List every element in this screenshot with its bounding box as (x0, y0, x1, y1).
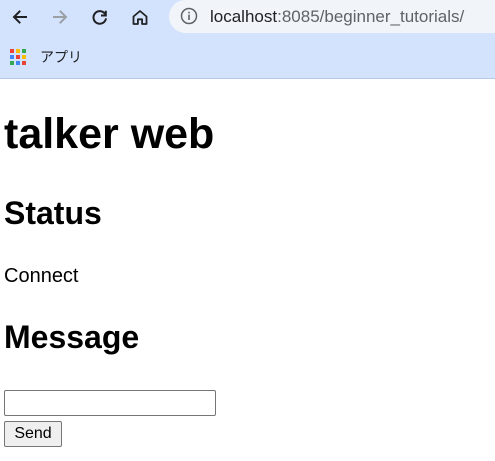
reload-button[interactable] (87, 4, 113, 30)
page-title: talker web (4, 110, 215, 158)
url-text[interactable]: localhost:8085/beginner_tutorials/ (210, 7, 464, 27)
bookmarks-bar: アプリ (0, 40, 495, 74)
reload-icon (92, 10, 107, 25)
back-button[interactable] (7, 4, 33, 30)
url-host: localhost (210, 7, 278, 26)
send-button[interactable]: Send (4, 421, 62, 447)
connection-status: Connect (4, 265, 79, 287)
info-icon (180, 7, 198, 25)
page-content: talker web Status Connect Message Send (4, 79, 491, 461)
arrow-right-icon (53, 10, 68, 24)
home-icon (132, 10, 148, 25)
message-heading: Message (4, 319, 140, 355)
home-button[interactable] (127, 4, 153, 30)
site-info-button[interactable] (180, 7, 198, 25)
url-path: :8085/beginner_tutorials/ (277, 7, 465, 26)
apps-bookmark[interactable]: アプリ (10, 45, 82, 69)
arrow-left-icon (12, 10, 27, 24)
browser-toolbar: localhost:8085/beginner_tutorials/ (0, 0, 495, 34)
browser-chrome: localhost:8085/beginner_tutorials/ アプリ (0, 0, 495, 79)
status-heading: Status (4, 195, 102, 231)
apps-bookmark-label: アプリ (40, 49, 82, 65)
forward-button[interactable] (47, 4, 73, 30)
message-input[interactable] (4, 390, 216, 416)
apps-grid-icon (10, 48, 28, 67)
address-bar[interactable]: localhost:8085/beginner_tutorials/ (169, 0, 495, 33)
